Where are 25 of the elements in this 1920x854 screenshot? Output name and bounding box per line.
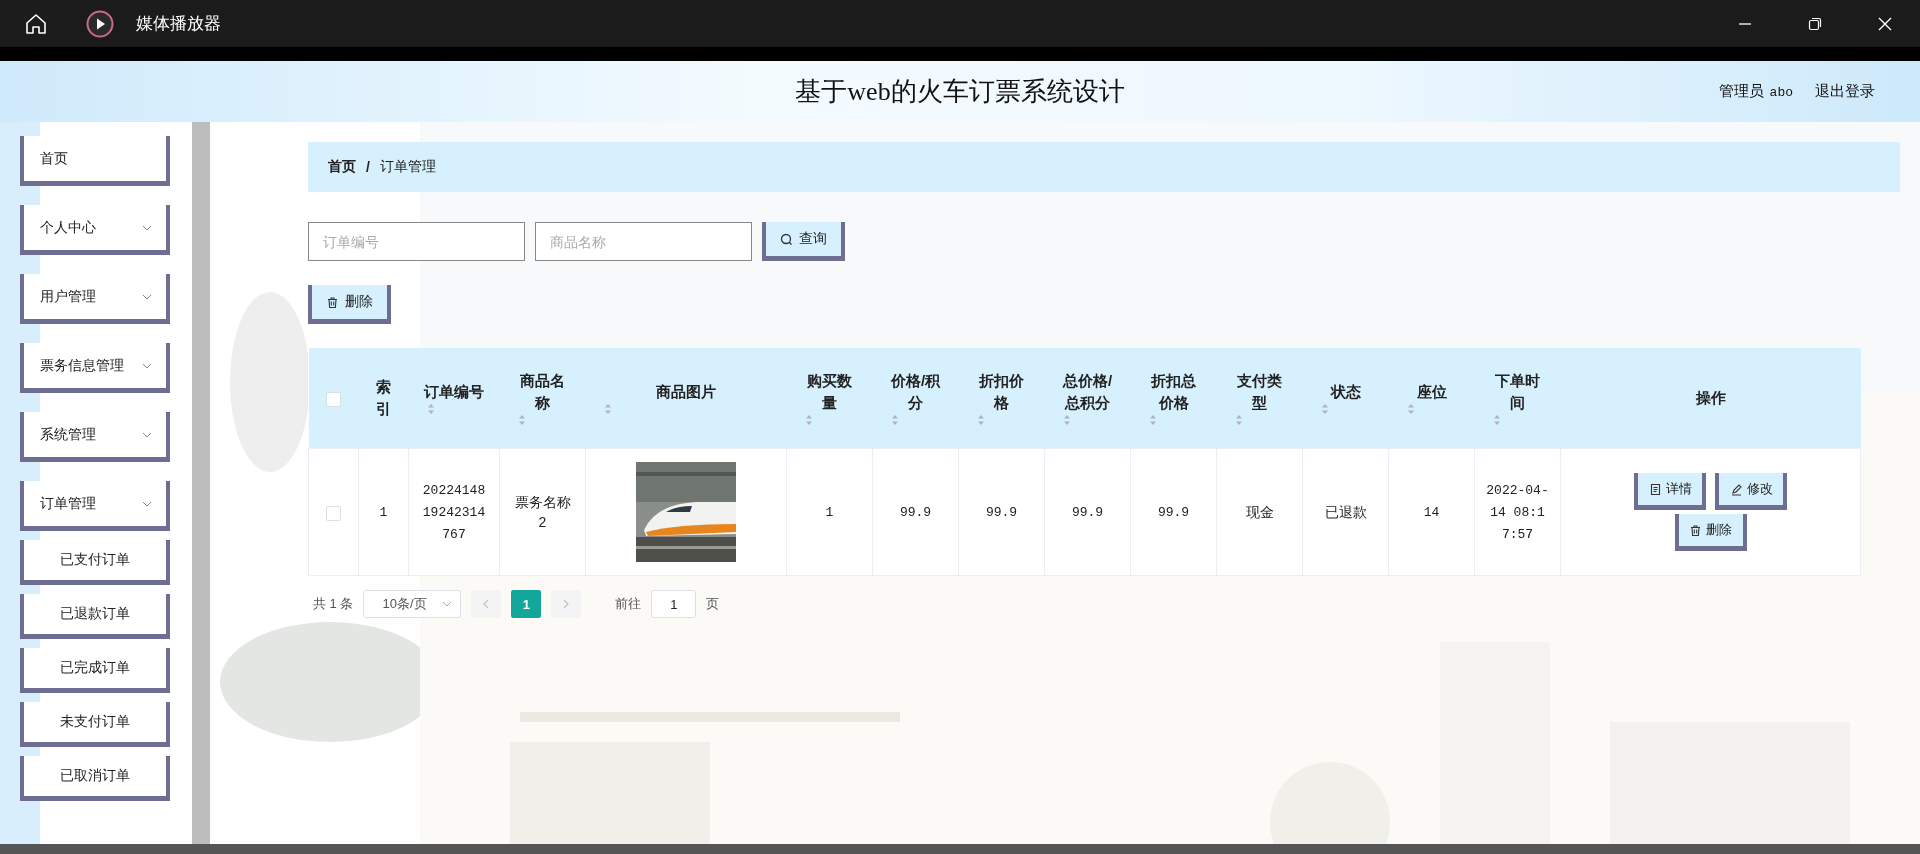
submenu-item[interactable]: 已取消订单	[20, 756, 170, 801]
submenu-item[interactable]: 已退款订单	[20, 594, 170, 639]
close-icon[interactable]	[1877, 15, 1893, 32]
menu-item[interactable]: 用户管理	[20, 274, 170, 324]
menu-item[interactable]: 订单管理	[20, 481, 170, 531]
submenu-item[interactable]: 已完成订单	[20, 648, 170, 693]
menu-item[interactable]: 票务信息管理	[20, 343, 170, 393]
chevron-down-icon	[142, 224, 152, 231]
chevron-down-icon	[142, 293, 152, 300]
menu-item[interactable]: 首页	[20, 136, 170, 186]
page-title: 基于web的火车订票系统设计	[795, 76, 1125, 108]
submenu-item[interactable]: 已支付订单	[20, 540, 170, 585]
logout-link[interactable]: 退出登录	[1815, 82, 1875, 101]
play-icon	[86, 9, 114, 38]
window-title: 媒体播放器	[136, 13, 221, 35]
chevron-down-icon	[142, 500, 152, 507]
submenu-item[interactable]: 未支付订单	[20, 702, 170, 747]
username: abo	[1769, 85, 1793, 100]
chevron-down-icon	[142, 362, 152, 369]
user-role: 管理员	[1718, 82, 1764, 101]
menu-item[interactable]: 个人中心	[20, 205, 170, 255]
menu-item[interactable]: 系统管理	[20, 412, 170, 462]
chevron-down-icon	[142, 431, 152, 438]
home-icon[interactable]	[24, 11, 48, 36]
restore-icon[interactable]	[1807, 15, 1823, 32]
